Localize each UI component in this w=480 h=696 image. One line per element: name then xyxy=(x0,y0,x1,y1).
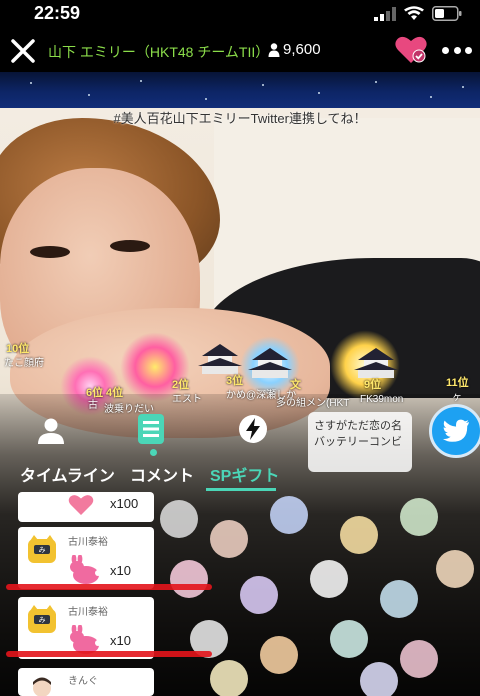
gift-card[interactable]: x100 xyxy=(18,492,154,522)
gift-sender-name: 古川泰裕 xyxy=(68,607,108,618)
avatar xyxy=(240,576,278,614)
status-icons xyxy=(374,6,462,21)
room-header: 山下 エミリー（HKT48 チームTII） 9,600 xyxy=(0,30,480,72)
avatar xyxy=(210,520,248,558)
person-icon xyxy=(38,418,64,444)
avatar xyxy=(160,500,198,538)
gift-card[interactable]: み 古川泰裕 x10 xyxy=(18,597,154,659)
avatar xyxy=(380,580,418,618)
rank-label: 4位 xyxy=(106,387,124,399)
panel-tab-icons xyxy=(0,406,480,452)
avatar xyxy=(260,636,298,674)
rank-name: たこ顔府 xyxy=(4,358,44,369)
avatar xyxy=(330,620,368,658)
avatar: み xyxy=(28,535,56,563)
follow-button[interactable] xyxy=(394,34,428,66)
profile-tab-button[interactable] xyxy=(34,414,68,448)
eye-shape xyxy=(30,246,70,258)
svg-text:み: み xyxy=(39,616,46,624)
gift-quantity: x100 xyxy=(110,496,139,511)
boost-tab-button[interactable] xyxy=(236,412,270,446)
heart-gift-icon xyxy=(68,495,94,515)
document-list-icon xyxy=(138,414,164,444)
gift-card[interactable]: きんぐ xyxy=(18,668,154,696)
room-title: 山下 エミリー（HKT48 チームTII） xyxy=(48,44,270,60)
avatar xyxy=(360,662,398,696)
avatar xyxy=(400,498,438,536)
more-dot-icon xyxy=(453,46,461,54)
wifi-icon xyxy=(404,6,424,20)
battery-icon xyxy=(432,6,462,21)
avatar xyxy=(340,516,378,554)
rank-label: 9位 xyxy=(364,379,382,391)
gift-sender-name: きんぐ xyxy=(68,676,98,687)
panel-tabs: タイムライン コメント SPギフト xyxy=(0,462,480,490)
more-dot-icon xyxy=(442,46,449,54)
rank-label: 文 xyxy=(290,379,301,391)
tab-comment[interactable]: コメント xyxy=(130,462,194,486)
rank-name: FK39mon xyxy=(360,394,404,405)
hashtag-banner: #美人百花山下エミリーTwitter連携してね！ xyxy=(113,111,367,126)
list-tab-button[interactable] xyxy=(134,412,168,446)
avatar xyxy=(170,560,208,598)
gift-card[interactable]: み 古川泰裕 x10 xyxy=(18,527,154,589)
avatar-collage xyxy=(150,490,480,696)
avatar xyxy=(33,677,51,696)
person-icon xyxy=(268,42,280,57)
castle-icon xyxy=(248,348,292,378)
more-button[interactable] xyxy=(440,34,474,66)
rank-name: エスト xyxy=(172,394,202,405)
twitter-bird-icon xyxy=(443,419,469,442)
svg-text:み: み xyxy=(39,546,46,554)
status-bar: 22:59 xyxy=(0,0,480,30)
viewer-count-value: 9,600 xyxy=(283,41,321,58)
castle-icon xyxy=(354,348,398,378)
lightning-icon xyxy=(239,415,267,443)
heart-check-icon xyxy=(395,36,427,63)
pink-bunny-gift-icon xyxy=(70,555,101,584)
active-tab-indicator xyxy=(150,449,157,456)
highlight-mark xyxy=(6,584,212,590)
more-dot-icon xyxy=(465,46,472,54)
tab-timeline[interactable]: タイムライン xyxy=(20,462,115,486)
avatar xyxy=(436,550,474,588)
status-time: 22:59 xyxy=(34,3,81,23)
twitter-share-button[interactable] xyxy=(429,404,480,458)
highlight-mark xyxy=(6,651,212,657)
avatar xyxy=(270,496,308,534)
starry-banner xyxy=(0,72,480,108)
signal-icon xyxy=(374,6,396,21)
gift-sender-name: 古川泰裕 xyxy=(68,537,108,548)
tab-underline xyxy=(206,488,276,491)
avatar xyxy=(310,560,348,598)
castle-icon xyxy=(198,344,242,374)
close-icon xyxy=(11,39,35,63)
eye-shape xyxy=(110,240,150,252)
gift-quantity: x10 xyxy=(110,563,131,578)
rank-name: ヶ xyxy=(452,392,462,403)
close-button[interactable] xyxy=(8,36,38,66)
tab-sp-gift[interactable]: SPギフト xyxy=(210,462,279,486)
gift-quantity: x10 xyxy=(110,633,131,648)
avatar xyxy=(210,660,248,696)
avatar xyxy=(400,640,438,678)
avatar: み xyxy=(28,605,56,633)
viewer-count: 9,600 xyxy=(268,41,321,58)
